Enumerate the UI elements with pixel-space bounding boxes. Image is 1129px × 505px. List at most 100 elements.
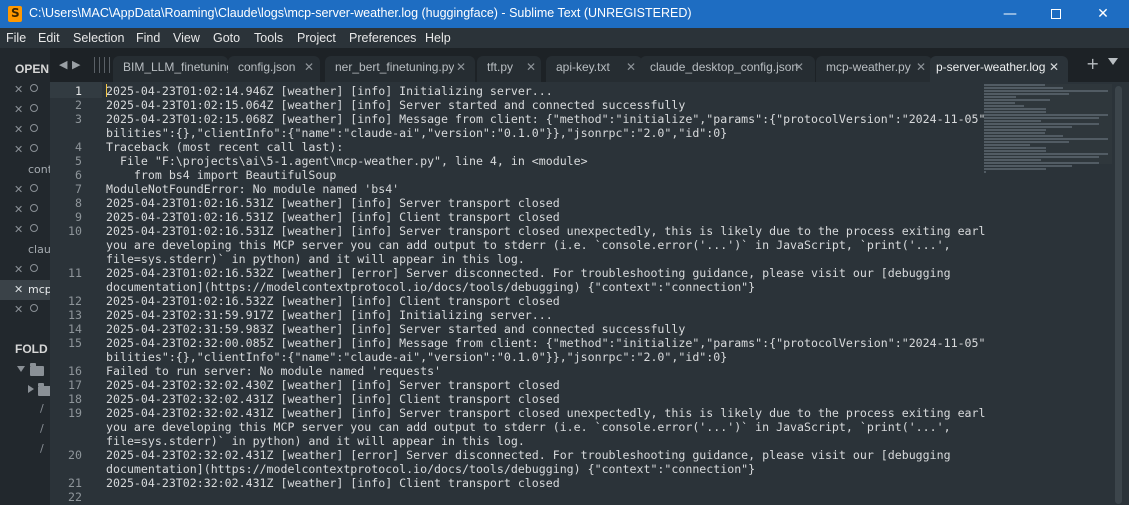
close-file-icon[interactable]: ✕ — [14, 83, 23, 96]
folder-file-item[interactable]: / — [40, 402, 44, 415]
folder-root[interactable] — [0, 360, 50, 380]
open-file-item[interactable]: ✕ — [0, 120, 50, 140]
open-file-item[interactable]: ✕ — [0, 220, 50, 240]
tab-close-icon[interactable]: ✕ — [794, 60, 804, 74]
close-file-icon[interactable]: ✕ — [14, 123, 23, 136]
close-file-icon[interactable]: ✕ — [14, 303, 23, 316]
tab-claude-desktop-config[interactable]: claude_desktop_config.json ✕ — [640, 56, 815, 82]
title-bar: C:\Users\MAC\AppData\Roaming\Claude\logs… — [0, 0, 1129, 28]
open-file-item[interactable]: ✕ — [0, 200, 50, 220]
menu-project[interactable]: Project — [297, 31, 336, 45]
code-line: 2025-04-23T01:02:14.946Z [weather] [info… — [106, 84, 553, 98]
tab-api-key[interactable]: api-key.txt ✕ — [546, 56, 642, 82]
minimap-line — [984, 108, 1046, 110]
minimize-button[interactable]: — — [987, 0, 1033, 28]
expand-arrow-icon[interactable] — [17, 366, 25, 372]
line-number: 18 — [68, 392, 82, 406]
vertical-scrollbar[interactable] — [1112, 82, 1124, 505]
tab-close-icon[interactable]: ✕ — [526, 60, 536, 74]
tab-config-json[interactable]: config.json ✕ — [228, 56, 320, 82]
menu-edit[interactable]: Edit — [38, 31, 60, 45]
maximize-button[interactable] — [1033, 0, 1079, 28]
tab-ner-bert-finetuning[interactable]: ner_bert_finetuning.py ✕ — [325, 56, 475, 82]
editor-pane[interactable]: 1 2 3 4 5 6 7 8 9 10 11 12 13 14 15 16 17 18 19 20 21 22 2025… — [50, 82, 1129, 505]
tab-mcp-weather-py[interactable]: mcp-weather.py ✕ — [816, 56, 932, 82]
menu-file[interactable]: File — [6, 31, 26, 45]
open-file-item[interactable]: ✕ — [0, 80, 50, 100]
folder-icon — [38, 383, 50, 396]
minimap-line — [984, 135, 1063, 137]
scrollbar-thumb[interactable] — [1115, 86, 1122, 504]
tab-next-icon[interactable]: ▶ — [72, 58, 80, 71]
tab-label: ner_bert_finetuning.py — [335, 60, 455, 74]
menu-preferences[interactable]: Preferences — [349, 31, 416, 45]
menu-selection[interactable]: Selection — [73, 31, 124, 45]
menu-tools[interactable]: Tools — [254, 31, 283, 45]
new-tab-icon[interactable]: + — [1086, 54, 1099, 73]
tab-label: p-server-weather.log — [936, 60, 1046, 74]
tab-bim-llm-finetuning[interactable]: BIM_LLM_finetuning.p — [113, 56, 228, 82]
close-file-icon[interactable]: ✕ — [14, 143, 23, 156]
tab-close-icon[interactable]: ✕ — [916, 60, 926, 74]
minimap-line — [984, 96, 1017, 98]
tab-close-icon[interactable]: ✕ — [626, 60, 636, 74]
tab-label: api-key.txt — [556, 60, 610, 74]
open-file-item-active[interactable]: ✕ mcp — [0, 280, 50, 300]
file-label: mcp — [28, 283, 50, 296]
code-line: 2025-04-23T01:02:16.532Z [weather] [erro… — [106, 266, 951, 280]
code-line: 2025-04-23T02:31:59.983Z [weather] [info… — [106, 322, 686, 336]
code-line: bilities":{},"clientInfo":{"name":"claud… — [106, 126, 728, 140]
minimap-line — [984, 156, 1099, 158]
menu-view[interactable]: View — [173, 31, 200, 45]
tab-list-dropdown-icon[interactable] — [1108, 58, 1118, 65]
minimap-line — [984, 168, 1046, 170]
minimap-line — [984, 138, 1108, 140]
collapse-arrow-icon[interactable] — [28, 385, 34, 393]
minimap-line — [984, 150, 1046, 152]
folder-file-item[interactable]: / — [40, 422, 44, 435]
open-file-item[interactable]: ✕ — [0, 300, 50, 320]
unsaved-dot-icon — [30, 84, 38, 92]
tab-close-icon[interactable]: ✕ — [304, 60, 314, 74]
open-file-group[interactable]: clau — [0, 240, 50, 260]
tab-tft-py[interactable]: tft.py ✕ — [477, 56, 541, 82]
tab-close-icon[interactable]: ✕ — [1049, 60, 1059, 74]
open-file-group[interactable]: cont — [0, 160, 50, 180]
code-line: from bs4 import BeautifulSoup — [106, 168, 337, 182]
code-line: 2025-04-23T02:32:02.431Z [weather] [info… — [106, 392, 560, 406]
menu-find[interactable]: Find — [136, 31, 160, 45]
tab-close-icon[interactable]: ✕ — [456, 60, 466, 74]
folder-open-icon — [30, 363, 44, 376]
close-file-icon[interactable]: ✕ — [14, 223, 23, 236]
unsaved-dot-icon — [30, 184, 38, 192]
line-number: 7 — [75, 182, 82, 196]
line-number: 17 — [68, 378, 82, 392]
menu-goto[interactable]: Goto — [213, 31, 240, 45]
code-line: file=sys.stderr)` in python) and it will… — [106, 252, 525, 266]
code-line: file=sys.stderr)` in python) and it will… — [106, 434, 525, 448]
minimap-line — [984, 102, 1016, 104]
close-file-icon[interactable]: ✕ — [14, 203, 23, 216]
folder-file-item[interactable]: / — [40, 442, 44, 455]
close-file-icon[interactable]: ✕ — [14, 263, 23, 276]
line-number: 13 — [68, 308, 82, 322]
close-window-button[interactable]: ✕ — [1080, 0, 1126, 28]
minimap[interactable] — [984, 84, 1112, 214]
close-file-icon[interactable]: ✕ — [14, 103, 23, 116]
unsaved-dot-icon — [30, 124, 38, 132]
close-file-icon[interactable]: ✕ — [14, 283, 23, 296]
tab-mcp-server-weather-log[interactable]: p-server-weather.log ✕ — [930, 56, 1068, 82]
minimap-line — [984, 114, 1108, 116]
folder-sub[interactable] — [0, 380, 50, 400]
line-number: 10 — [68, 224, 82, 238]
close-file-icon[interactable]: ✕ — [14, 183, 23, 196]
open-file-item[interactable]: ✕ — [0, 260, 50, 280]
open-file-item[interactable]: ✕ — [0, 140, 50, 160]
menu-help[interactable]: Help — [425, 31, 451, 45]
minimap-line — [984, 132, 1045, 134]
code-line: ModuleNotFoundError: No module named 'bs… — [106, 182, 400, 196]
open-file-item[interactable]: ✕ — [0, 180, 50, 200]
tab-prev-icon[interactable]: ◀ — [59, 58, 67, 71]
open-file-item[interactable]: ✕ — [0, 100, 50, 120]
code-line: 2025-04-23T01:02:16.532Z [weather] [info… — [106, 294, 560, 308]
